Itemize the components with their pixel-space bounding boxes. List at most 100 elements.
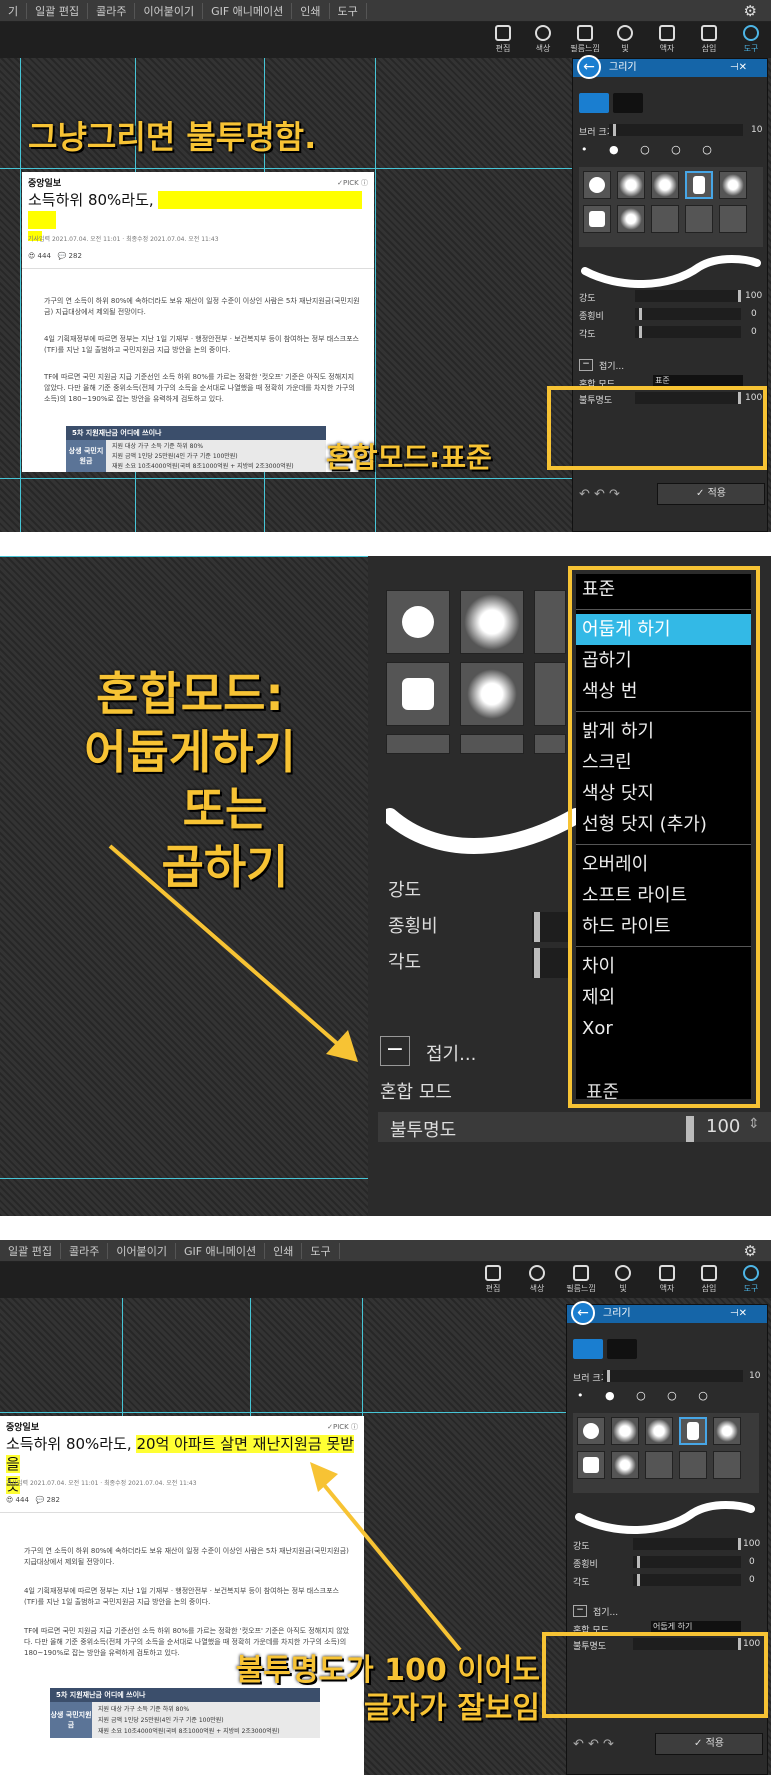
undo-icons[interactable]: ↶ ↶ ↷ xyxy=(579,487,620,502)
menu-item[interactable]: 콜라주 xyxy=(61,1242,109,1259)
intensity-slider[interactable] xyxy=(633,1538,741,1550)
menu-item[interactable]: 이어붙이기 xyxy=(108,1242,176,1259)
menu-item[interactable]: 콜라주 xyxy=(88,2,136,19)
fold-label[interactable]: 접기... xyxy=(593,1605,618,1618)
tool-color[interactable]: 색상 xyxy=(524,22,562,58)
pick-badge[interactable]: ✓PICK ⓘ xyxy=(337,178,368,188)
tool-edit[interactable]: 편집 xyxy=(474,1262,512,1298)
brush-tip[interactable] xyxy=(534,590,566,654)
stepper-icon[interactable]: ⇕ xyxy=(748,1116,760,1132)
like-count[interactable]: 444 xyxy=(38,252,51,260)
brush-tip[interactable] xyxy=(534,734,566,754)
brush-tip[interactable] xyxy=(651,171,679,199)
angle-slider[interactable] xyxy=(633,1574,741,1586)
intensity-slider[interactable] xyxy=(635,290,741,302)
fold-label[interactable]: 접기... xyxy=(426,1040,476,1066)
brush-tip[interactable] xyxy=(679,1451,707,1479)
brush-tip[interactable] xyxy=(713,1451,741,1479)
menu-item[interactable]: 이어붙이기 xyxy=(135,2,204,19)
brush-tip-selected[interactable] xyxy=(685,171,713,199)
angle-slider[interactable] xyxy=(635,326,741,338)
like-count[interactable]: 444 xyxy=(16,1496,29,1504)
menu-item[interactable]: 기 xyxy=(0,2,28,19)
menu-item[interactable]: 인쇄 xyxy=(265,1242,303,1259)
eraser-mode-button[interactable] xyxy=(613,93,643,113)
brush-tip[interactable] xyxy=(577,1417,605,1445)
brush-tip[interactable] xyxy=(713,1417,741,1445)
tool-film[interactable]: 필름느낌 xyxy=(562,1262,600,1298)
tool-frame[interactable]: 액자 xyxy=(648,1262,686,1298)
tool-edit[interactable]: 편집 xyxy=(484,22,522,58)
headline-text: 소득하위 80%라도, xyxy=(6,1435,137,1453)
highlight-box xyxy=(542,1632,768,1718)
brush-size-slider[interactable] xyxy=(609,124,743,136)
brush-tip[interactable] xyxy=(386,662,450,726)
menu-item[interactable]: 일괄 편집 xyxy=(0,1242,61,1259)
brush-tip[interactable] xyxy=(719,205,747,233)
tool-film[interactable]: 필름느낌 xyxy=(566,22,604,58)
intensity-label: 강도 xyxy=(388,880,422,901)
back-arrow-icon[interactable]: ← xyxy=(577,55,601,79)
brush-tip[interactable] xyxy=(611,1451,639,1479)
size-presets[interactable]: • ● ○ ○ ○ xyxy=(581,143,763,159)
tool-frame[interactable]: 액자 xyxy=(648,22,686,58)
tool-light[interactable]: 빛 xyxy=(606,22,644,58)
brush-tip[interactable] xyxy=(386,734,450,754)
menu-item[interactable]: 도구 xyxy=(302,1242,340,1259)
aspect-slider[interactable] xyxy=(633,1556,741,1568)
opacity-knob[interactable] xyxy=(686,1116,694,1142)
tool-label: 빛 xyxy=(621,44,629,53)
comment-count[interactable]: 282 xyxy=(47,1496,60,1504)
brush-tip[interactable] xyxy=(719,171,747,199)
brush-tip[interactable] xyxy=(617,205,645,233)
brush-mode-button[interactable] xyxy=(579,93,609,113)
size-presets[interactable]: • ● ○ ○ ○ xyxy=(577,1389,761,1405)
brush-tip[interactable] xyxy=(577,1451,605,1479)
fold-toggle[interactable]: − xyxy=(573,1605,587,1617)
brush-tip[interactable] xyxy=(611,1417,639,1445)
brush-tip[interactable] xyxy=(651,205,679,233)
tool-insert[interactable]: 삽입 xyxy=(690,22,728,58)
pick-badge[interactable]: ✓PICK ⓘ xyxy=(327,1422,358,1432)
pin-icon[interactable]: ⊣✕ xyxy=(730,1305,747,1323)
apply-button[interactable]: ✓ 적용 xyxy=(657,483,765,505)
tool-insert[interactable]: 삽입 xyxy=(690,1262,728,1298)
comment-count[interactable]: 282 xyxy=(69,252,82,260)
menu-item[interactable]: 일괄 편집 xyxy=(27,2,89,19)
brush-tip[interactable] xyxy=(583,205,611,233)
fold-toggle[interactable]: − xyxy=(380,1036,410,1066)
fold-label[interactable]: 접기... xyxy=(599,359,624,372)
tool-color[interactable]: 색상 xyxy=(518,1262,556,1298)
brush-tip[interactable] xyxy=(617,171,645,199)
menu-item[interactable]: 도구 xyxy=(330,2,367,19)
pin-icon[interactable]: ⊣✕ xyxy=(730,59,747,77)
undo-icons[interactable]: ↶ ↶ ↷ xyxy=(573,1737,614,1752)
brush-tip[interactable] xyxy=(460,662,524,726)
tool-tools[interactable]: 도구 xyxy=(732,22,770,58)
menu-item[interactable]: GIF 애니메이션 xyxy=(203,2,293,19)
back-arrow-icon[interactable]: ← xyxy=(571,1301,595,1325)
tool-light[interactable]: 빛 xyxy=(604,1262,642,1298)
brush-mode-button[interactable] xyxy=(573,1339,603,1359)
brush-tip[interactable] xyxy=(460,590,524,654)
gear-icon[interactable]: ⚙ xyxy=(736,2,765,20)
brush-tip[interactable] xyxy=(460,734,524,754)
aspect-slider[interactable] xyxy=(532,912,572,942)
brush-tip[interactable] xyxy=(583,171,611,199)
brush-tip[interactable] xyxy=(685,205,713,233)
brush-tip[interactable] xyxy=(645,1417,673,1445)
menu-item[interactable]: GIF 애니메이션 xyxy=(176,1242,266,1259)
menu-item[interactable]: 인쇄 xyxy=(292,2,330,19)
brush-tip[interactable] xyxy=(645,1451,673,1479)
tool-tools[interactable]: 도구 xyxy=(732,1262,770,1298)
brush-size-slider[interactable] xyxy=(603,1370,743,1382)
angle-slider[interactable] xyxy=(532,948,572,978)
eraser-mode-button[interactable] xyxy=(607,1339,637,1359)
aspect-slider[interactable] xyxy=(635,308,741,320)
brush-tip[interactable] xyxy=(534,662,566,726)
fold-toggle[interactable]: − xyxy=(579,359,593,371)
brush-tip[interactable] xyxy=(386,590,450,654)
apply-button[interactable]: ✓ 적용 xyxy=(655,1733,763,1755)
gear-icon[interactable]: ⚙ xyxy=(736,1242,765,1260)
brush-tip-selected[interactable] xyxy=(679,1417,707,1445)
